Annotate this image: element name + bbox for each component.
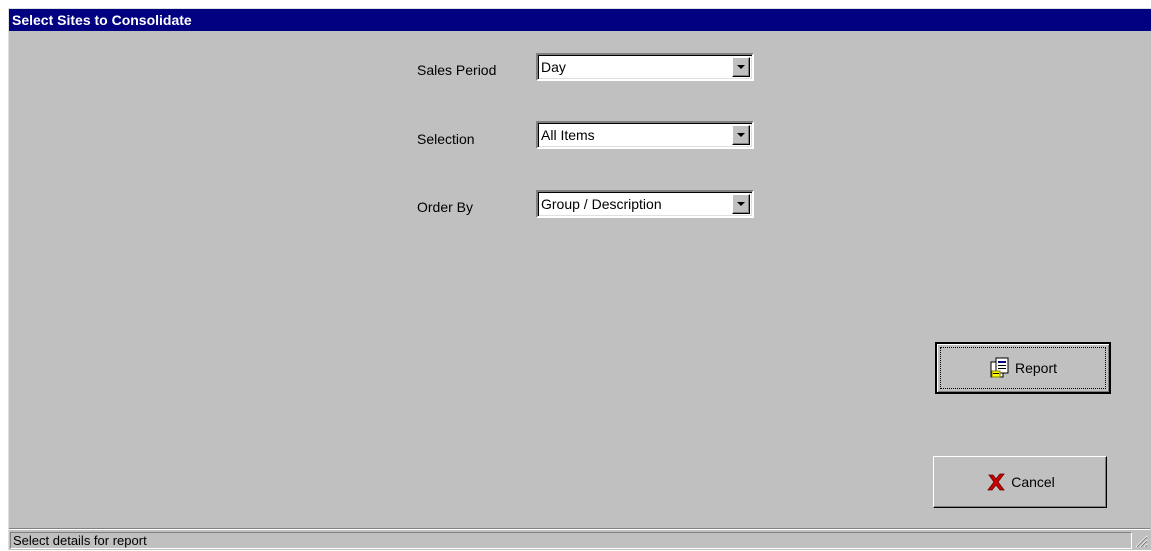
resize-grip-icon[interactable] — [1134, 534, 1148, 548]
chevron-down-icon[interactable] — [732, 194, 750, 214]
cancel-button-label: Cancel — [1011, 474, 1055, 490]
selection-value: All Items — [541, 127, 595, 143]
sales-period-dropdown[interactable]: Day — [536, 53, 754, 81]
dialog-window: Select Sites to Consolidate Sales Period… — [8, 8, 1151, 550]
status-bar: Select details for report — [9, 528, 1150, 550]
order-by-dropdown[interactable]: Group / Description — [536, 190, 754, 218]
sales-period-label: Sales Period — [417, 62, 497, 78]
report-button-label: Report — [1014, 360, 1058, 376]
cancel-button[interactable]: Cancel — [933, 456, 1107, 508]
order-by-label: Order By — [417, 199, 474, 215]
selection-dropdown[interactable]: All Items — [536, 121, 754, 149]
sales-period-value: Day — [541, 59, 566, 75]
red-x-icon — [985, 471, 1007, 493]
selection-label: Selection — [417, 131, 475, 147]
title-bar: Select Sites to Consolidate — [9, 9, 1151, 31]
window-title: Select Sites to Consolidate — [12, 12, 192, 28]
report-button[interactable]: Report — [935, 342, 1111, 394]
status-text: Select details for report — [10, 532, 1132, 549]
chevron-down-icon[interactable] — [732, 125, 750, 145]
report-icon — [989, 357, 1011, 379]
order-by-value: Group / Description — [541, 196, 662, 212]
chevron-down-icon[interactable] — [732, 57, 750, 77]
